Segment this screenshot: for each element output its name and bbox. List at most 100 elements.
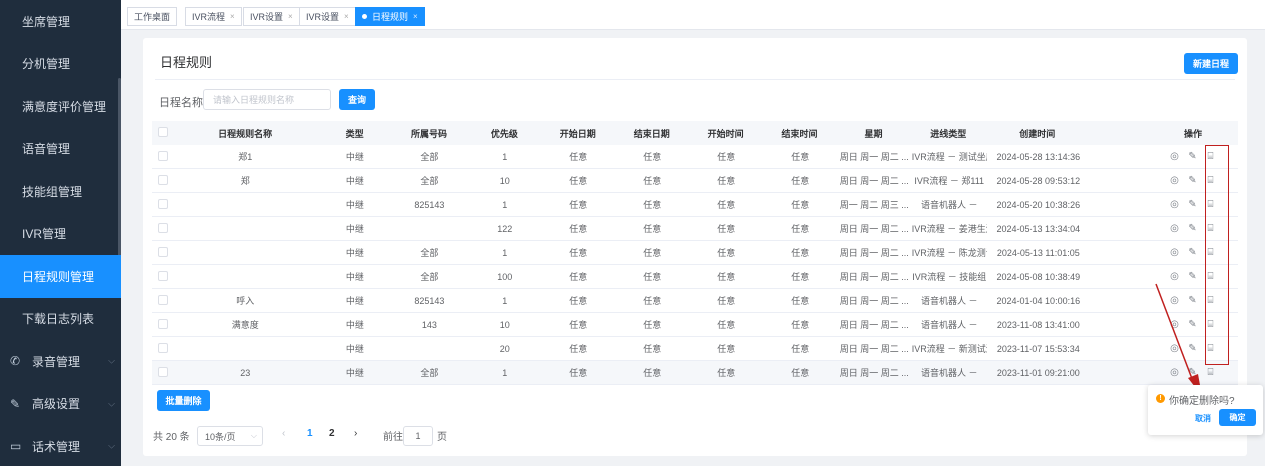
column-header: 操作 [1183,128,1202,139]
table-cell: 任意 [717,176,736,186]
sidebar-item-6[interactable]: 日程规则管理 [0,255,121,298]
sidebar-item-8[interactable]: ✆ 录音管理 ⌵ [0,340,121,383]
goto-input[interactable]: 1 [403,426,433,446]
sidebar-item-5[interactable]: IVR管理 [0,213,121,256]
table-cell: IVR流程 － 技能组 [912,272,987,282]
table-cell: 全部 [420,152,439,162]
table-cell: 周日 周一 周二 ... [839,344,909,354]
sidebar-item-4[interactable]: 技能组管理 [0,170,121,213]
popconfirm-cancel-button[interactable]: 取消 [1195,413,1211,424]
sidebar-item-3[interactable]: 语音管理 [0,128,121,171]
chevron-down-icon: ⌵ [108,355,115,366]
page-size-select[interactable]: 10条/页 ⌵ [197,426,263,446]
table-row[interactable]: 中继 825143 1 任意 任意 任意 任意 周一 周二 周三 ... 语音机器人 － 2024… [152,193,1238,217]
row-checkbox[interactable] [158,366,168,377]
query-button[interactable]: 查询 [339,89,375,110]
table-cell: 任意 [643,368,662,378]
table-header: 日程规则名称 类型 所属号码 优先级 开始日期 结束日期 开始时间 结束时间 星期 进线类型 创建时… [152,121,1238,145]
prev-page-icon[interactable]: ‹ [282,428,285,439]
view-icon[interactable]: ◎ [1169,199,1180,210]
sidebar-item-10[interactable]: ▭ 话术管理 ⌵ [0,425,121,466]
tab-4[interactable]: 日程规则 × [355,7,425,26]
table-cell: 中继 [345,200,364,210]
view-icon[interactable]: ◎ [1169,175,1180,186]
page-1[interactable]: 1 [307,428,313,439]
new-schedule-button[interactable]: 新建日程 [1184,53,1238,74]
checkbox-cell [152,198,171,211]
row-checkbox[interactable] [158,246,168,257]
warning-icon: ! [1156,394,1165,403]
goto-suffix: 页 [437,432,447,443]
table-cell: 任意 [643,296,662,306]
view-icon[interactable]: ◎ [1169,223,1180,234]
select-all-checkbox[interactable] [158,127,168,137]
table-row[interactable]: 郑 中继 全部 10 任意 任意 任意 任意 周日 周一 周二 ... IVR流程 － 郑111 2… [152,169,1238,193]
table-cell: 2023-11-08 13:41:00 [996,319,1080,330]
tab-0[interactable]: 工作桌面 [127,7,178,26]
popconfirm-confirm-button[interactable]: 确定 [1219,409,1256,426]
sidebar-item-label: 满意度评价管理 [22,99,107,114]
table-row[interactable]: 中继 全部 1 任意 任意 任意 任意 周日 周一 周二 ...IVR流程 － 陈龙测试...… [152,241,1238,265]
view-icon[interactable]: ◎ [1169,151,1180,162]
table-row[interactable]: 23 中继 全部 1 任意 任意 任意 任意 周日 周一 周二 ... 语音机器人 － 2023-1… [152,361,1238,385]
table-cell: 任意 [717,272,736,282]
edit-icon[interactable]: ✎ [1187,175,1198,186]
table-cell: 任意 [643,224,662,234]
tab-1[interactable]: IVR流程 × [185,7,242,26]
table-body: 郑1中继全部1任意任意任意任意周日 周一 周二 ...IVR流程 － 测试坐席.… [152,145,1238,385]
row-checkbox[interactable] [158,174,168,185]
close-icon[interactable]: × [344,12,349,21]
table-cell: 任意 [569,224,588,234]
close-icon[interactable]: × [413,12,418,21]
checkbox-cell [152,222,171,235]
row-checkbox[interactable] [158,270,168,281]
table-row[interactable]: 中继 122 任意 任意 任意 任意 周日 周一 周二 ...IVR流程 － 姜港生测...… [152,217,1238,241]
table-cell: 周日 周一 周二 ... [839,152,909,162]
column-header: 结束日期 [633,128,670,139]
table-cell: 10 [499,175,510,186]
table-cell: IVR流程 － 姜港生测... [911,224,987,234]
table-cell: 任意 [717,224,736,234]
sidebar-item-9[interactable]: ✎ 高级设置 ⌵ [0,383,121,426]
tab-2[interactable]: IVR设置 × [243,7,300,26]
edit-icon[interactable]: ✎ [1187,151,1198,162]
row-checkbox[interactable] [158,342,168,353]
close-icon[interactable]: × [288,12,293,21]
batch-delete-button[interactable]: 批量删除 [157,390,210,411]
sidebar-item-7[interactable]: 下载日志列表 [0,298,121,341]
table-cell: 2023-11-01 09:21:00 [996,367,1080,378]
view-icon[interactable]: ◎ [1169,247,1180,258]
edit-icon[interactable]: ✎ [1187,223,1198,234]
table-cell: 1 [502,151,508,162]
sidebar-item-2[interactable]: 满意度评价管理 [0,85,121,128]
row-checkbox[interactable] [158,198,168,209]
row-checkbox[interactable] [158,294,168,305]
table-row[interactable]: 郑1 中继 全部 1 任意 任意 任意 任意 周日 周一 周二 ...IVR流程 － 测试坐席.… [152,145,1238,169]
table-cell: 周日 周一 周二 ... [839,248,909,258]
table-row[interactable]: 满意度 中继 143 10 任意 任意 任意 任意 周日 周一 周二 ... 语音机器人 － 202… [152,313,1238,337]
table-cell: 中继 [345,272,364,282]
page-2[interactable]: 2 [329,428,335,439]
search-input[interactable]: 请输入日程规则名称 [203,89,331,110]
table-cell: 任意 [717,320,736,330]
table-row[interactable]: 呼入 中继 825143 1 任意 任意 任意 任意 周日 周一 周二 ... 语音机器人 － 20… [152,289,1238,313]
row-checkbox[interactable] [158,150,168,161]
row-checkbox[interactable] [158,222,168,233]
edit-icon[interactable]: ✎ [1187,199,1198,210]
table-row[interactable]: 中继 全部 100 任意 任意 任意 任意 周日 周一 周二 ... IVR流程 － 技能组 20… [152,265,1238,289]
sidebar-item-1[interactable]: 分机管理 [0,43,121,86]
chevron-down-icon: ⌵ [108,440,115,451]
table-cell: 任意 [569,320,588,330]
row-checkbox[interactable] [158,318,168,329]
table-cell: 825143 [414,199,445,210]
tab-3[interactable]: IVR设置 × [299,7,356,26]
next-page-icon[interactable]: › [354,428,357,439]
annotation-arrow [1155,283,1202,396]
close-icon[interactable]: × [230,12,235,21]
edit-icon[interactable]: ✎ [1187,247,1198,258]
table-row[interactable]: 中继 20 任意 任意 任意 任意 周日 周一 周二 ...IVR流程 － 新测试满... 2… [152,337,1238,361]
search-label: 日程名称 [159,97,203,109]
sidebar-item-0[interactable]: 坐席管理 [0,0,121,43]
table-cell: 全部 [420,176,439,186]
table-cell: 10 [499,319,510,330]
